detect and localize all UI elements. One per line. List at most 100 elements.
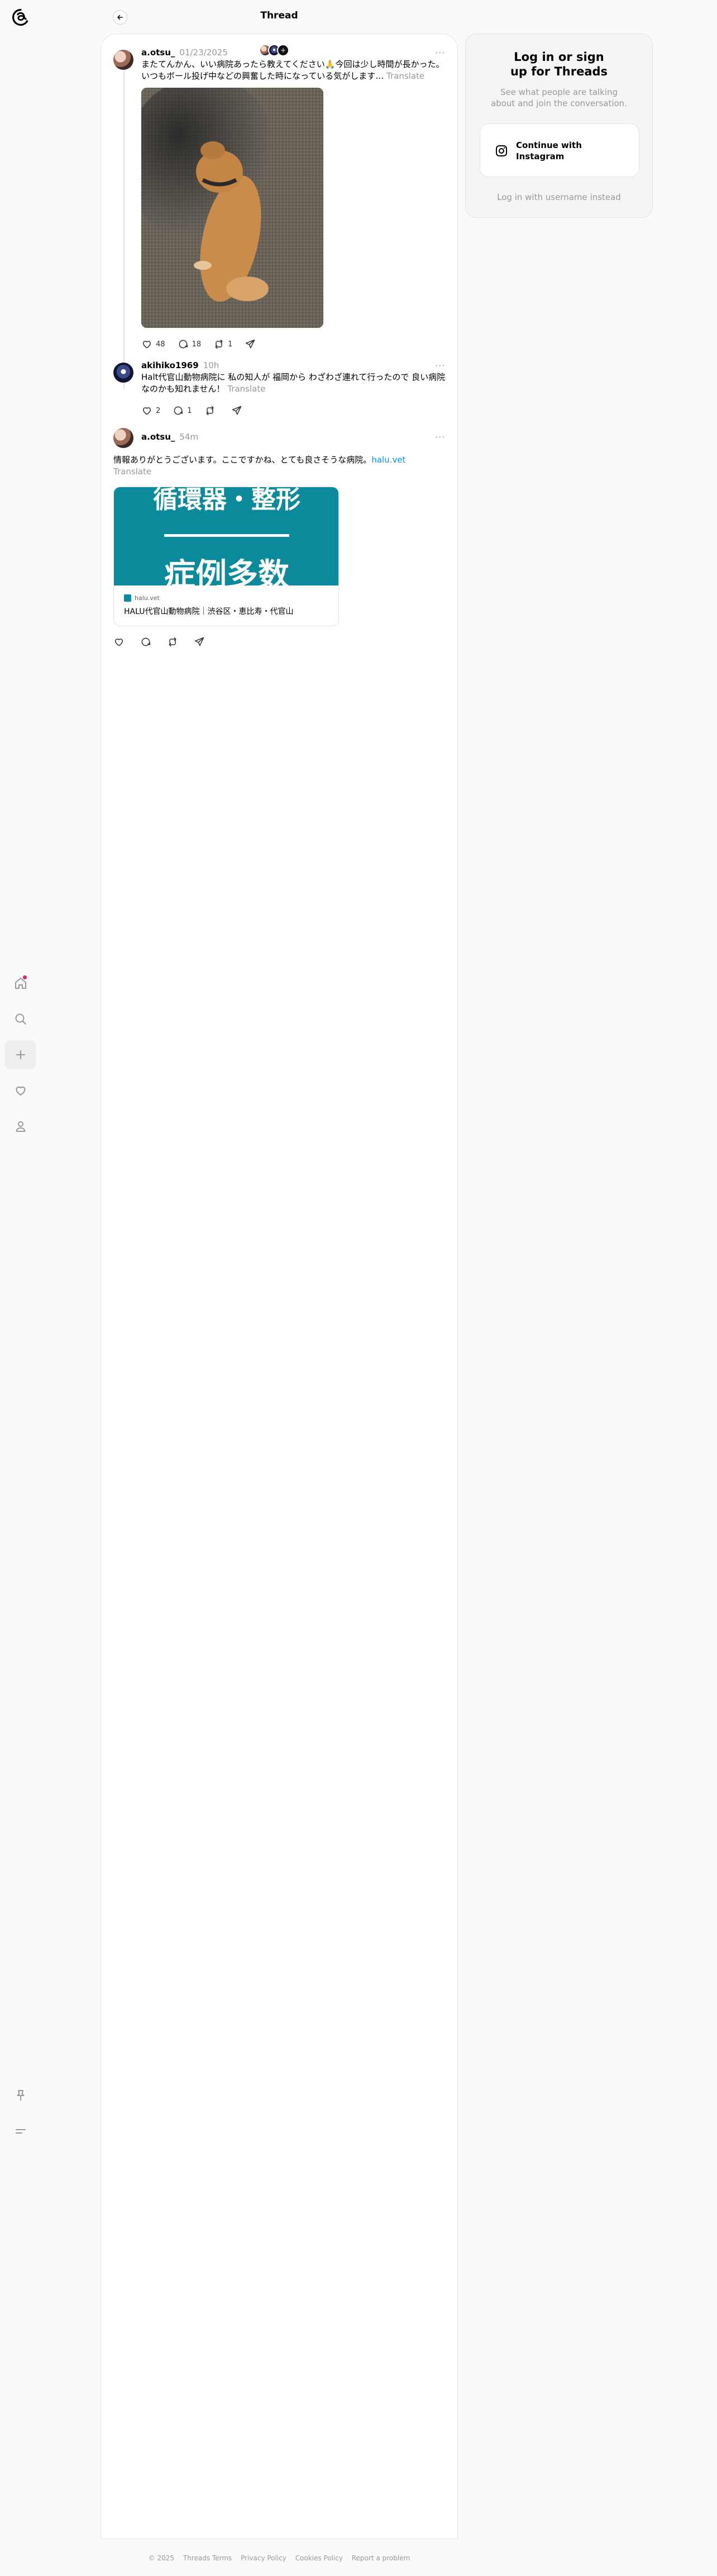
login-with-username-link[interactable]: Log in with username instead (466, 192, 652, 202)
like-count: 2 (156, 406, 161, 415)
link-domain: halu.vet (124, 594, 160, 602)
continue-with-instagram-button[interactable]: Continue with Instagram (480, 123, 639, 177)
thread-column: a.otsu_ 01/23/2025 + ··· またてんかん、いい病院あったら教… (101, 34, 458, 2539)
comment-button[interactable] (140, 636, 155, 647)
repost-button[interactable] (167, 636, 181, 647)
repost-icon (215, 339, 223, 349)
repost-icon (205, 406, 214, 416)
nav-create[interactable] (5, 1040, 36, 1069)
username[interactable]: a.otsu_ (141, 432, 175, 442)
page-header: Thread (101, 8, 458, 26)
like-button[interactable]: 48 (141, 339, 165, 350)
page-title: Thread (260, 10, 298, 21)
username[interactable]: akihiko1969 (141, 360, 199, 370)
translate-link[interactable]: Translate (113, 466, 151, 477)
heart-icon (16, 1086, 26, 1096)
login-title: Log in or sign up for Threads (510, 50, 608, 78)
share-button[interactable] (194, 636, 208, 647)
footer-link-report[interactable]: Report a problem (352, 2554, 410, 2562)
link-preview-image: 循環器・整形 症例多数 (114, 487, 338, 585)
heart-icon (114, 639, 123, 646)
post-header: a.otsu_ 54m (141, 432, 198, 442)
share-icon (194, 637, 204, 646)
left-nav (0, 969, 41, 1147)
notification-badge (23, 975, 27, 979)
heart-icon (142, 341, 151, 349)
post-link[interactable]: halu.vet (371, 455, 405, 465)
nav-profile[interactable] (5, 1112, 36, 1141)
share-button[interactable] (245, 339, 259, 350)
nav-activity[interactable] (5, 1076, 36, 1105)
post-header: a.otsu_ 01/23/2025 (141, 47, 228, 58)
left-nav-bottom (0, 2081, 41, 2153)
nav-home[interactable] (5, 969, 36, 998)
repost-icon (169, 637, 176, 647)
dog-photo (141, 88, 323, 328)
instagram-icon (496, 145, 507, 156)
search-icon (15, 1013, 26, 1025)
reply-avatars[interactable]: + (259, 44, 289, 56)
footer-link-terms[interactable]: Threads Terms (183, 2554, 232, 2562)
translate-link[interactable]: Translate (227, 384, 265, 394)
more-options-icon[interactable]: ··· (435, 47, 445, 58)
comment-icon (179, 340, 188, 349)
login-panel: Log in or sign up for Threads See what p… (465, 34, 653, 218)
heart-icon (142, 407, 151, 415)
nav-pin[interactable] (5, 2081, 36, 2110)
instagram-button-label: Continue with Instagram (516, 140, 582, 161)
post-actions: 48 18 1 (141, 339, 271, 350)
card-image-text: 症例多数 (164, 557, 289, 585)
like-count: 48 (156, 340, 165, 349)
repost-count: 1 (228, 340, 233, 349)
repost-button[interactable]: 1 (213, 339, 232, 350)
plus-icon: + (277, 44, 289, 56)
post-text: 情報ありがとうございます。ここですかね、とても良さそうな病院。halu.vet (113, 455, 406, 465)
like-button[interactable]: 2 (141, 405, 160, 416)
avatar[interactable] (113, 428, 133, 448)
share-icon (232, 406, 241, 415)
footer-link-cookies[interactable]: Cookies Policy (295, 2554, 343, 2562)
threads-logo-icon[interactable] (11, 8, 30, 27)
avatar[interactable] (113, 50, 133, 70)
thread-line (123, 68, 125, 389)
card-image-text: 循環器・整形 (153, 487, 300, 514)
repost-button[interactable] (204, 405, 219, 416)
comment-count: 18 (192, 340, 202, 349)
link-title: HALU代官山動物病院｜渋谷区・恵比寿・代官山 (124, 607, 294, 616)
post-text: Halt代官山動物病院に 私の知人が 福岡から わざわざ連れて行ったので 良い病… (141, 372, 446, 394)
footer-link-privacy[interactable]: Privacy Policy (241, 2554, 286, 2562)
login-subtitle: See what people are talking about and jo… (491, 87, 627, 108)
plus-icon (16, 1050, 25, 1059)
nav-menu[interactable] (5, 2117, 36, 2146)
post-time[interactable]: 10h (203, 360, 219, 370)
post-image[interactable] (141, 88, 323, 328)
comment-button[interactable]: 18 (178, 339, 202, 350)
comment-icon (141, 637, 151, 646)
post-time[interactable]: 54m (179, 432, 198, 442)
favicon-icon (124, 594, 131, 602)
post-text: またてんかん、いい病院あったら教えてください🙏今回は少し時間が長かった。いつもボ… (141, 59, 444, 81)
card-divider (164, 534, 289, 537)
link-preview-card[interactable]: 循環器・整形 症例多数 halu.vet HALU代官山動物病院｜渋谷区・恵比寿… (113, 487, 339, 626)
post-actions (113, 636, 221, 647)
copyright: © 2025 (148, 2554, 175, 2562)
post-time[interactable]: 01/23/2025 (179, 47, 227, 58)
translate-link[interactable]: Translate (386, 71, 424, 81)
comment-button[interactable]: 1 (173, 405, 192, 416)
like-button[interactable] (113, 636, 128, 647)
nav-search[interactable] (5, 1004, 36, 1034)
more-options-icon[interactable]: ··· (435, 432, 445, 442)
username[interactable]: a.otsu_ (141, 47, 175, 58)
post-header: akihiko1969 10h (141, 360, 219, 370)
footer: © 2025 Threads Terms Privacy Policy Cook… (101, 2554, 458, 2562)
share-icon (246, 339, 255, 349)
comment-icon (174, 406, 183, 415)
share-button[interactable] (231, 405, 246, 416)
post-actions: 2 1 (141, 405, 258, 416)
more-options-icon[interactable]: ··· (435, 360, 445, 371)
avatar[interactable] (113, 363, 133, 383)
profile-icon (16, 1121, 26, 1132)
comment-count: 1 (187, 406, 192, 415)
pin-icon (17, 2090, 25, 2101)
menu-icon (16, 2129, 26, 2134)
